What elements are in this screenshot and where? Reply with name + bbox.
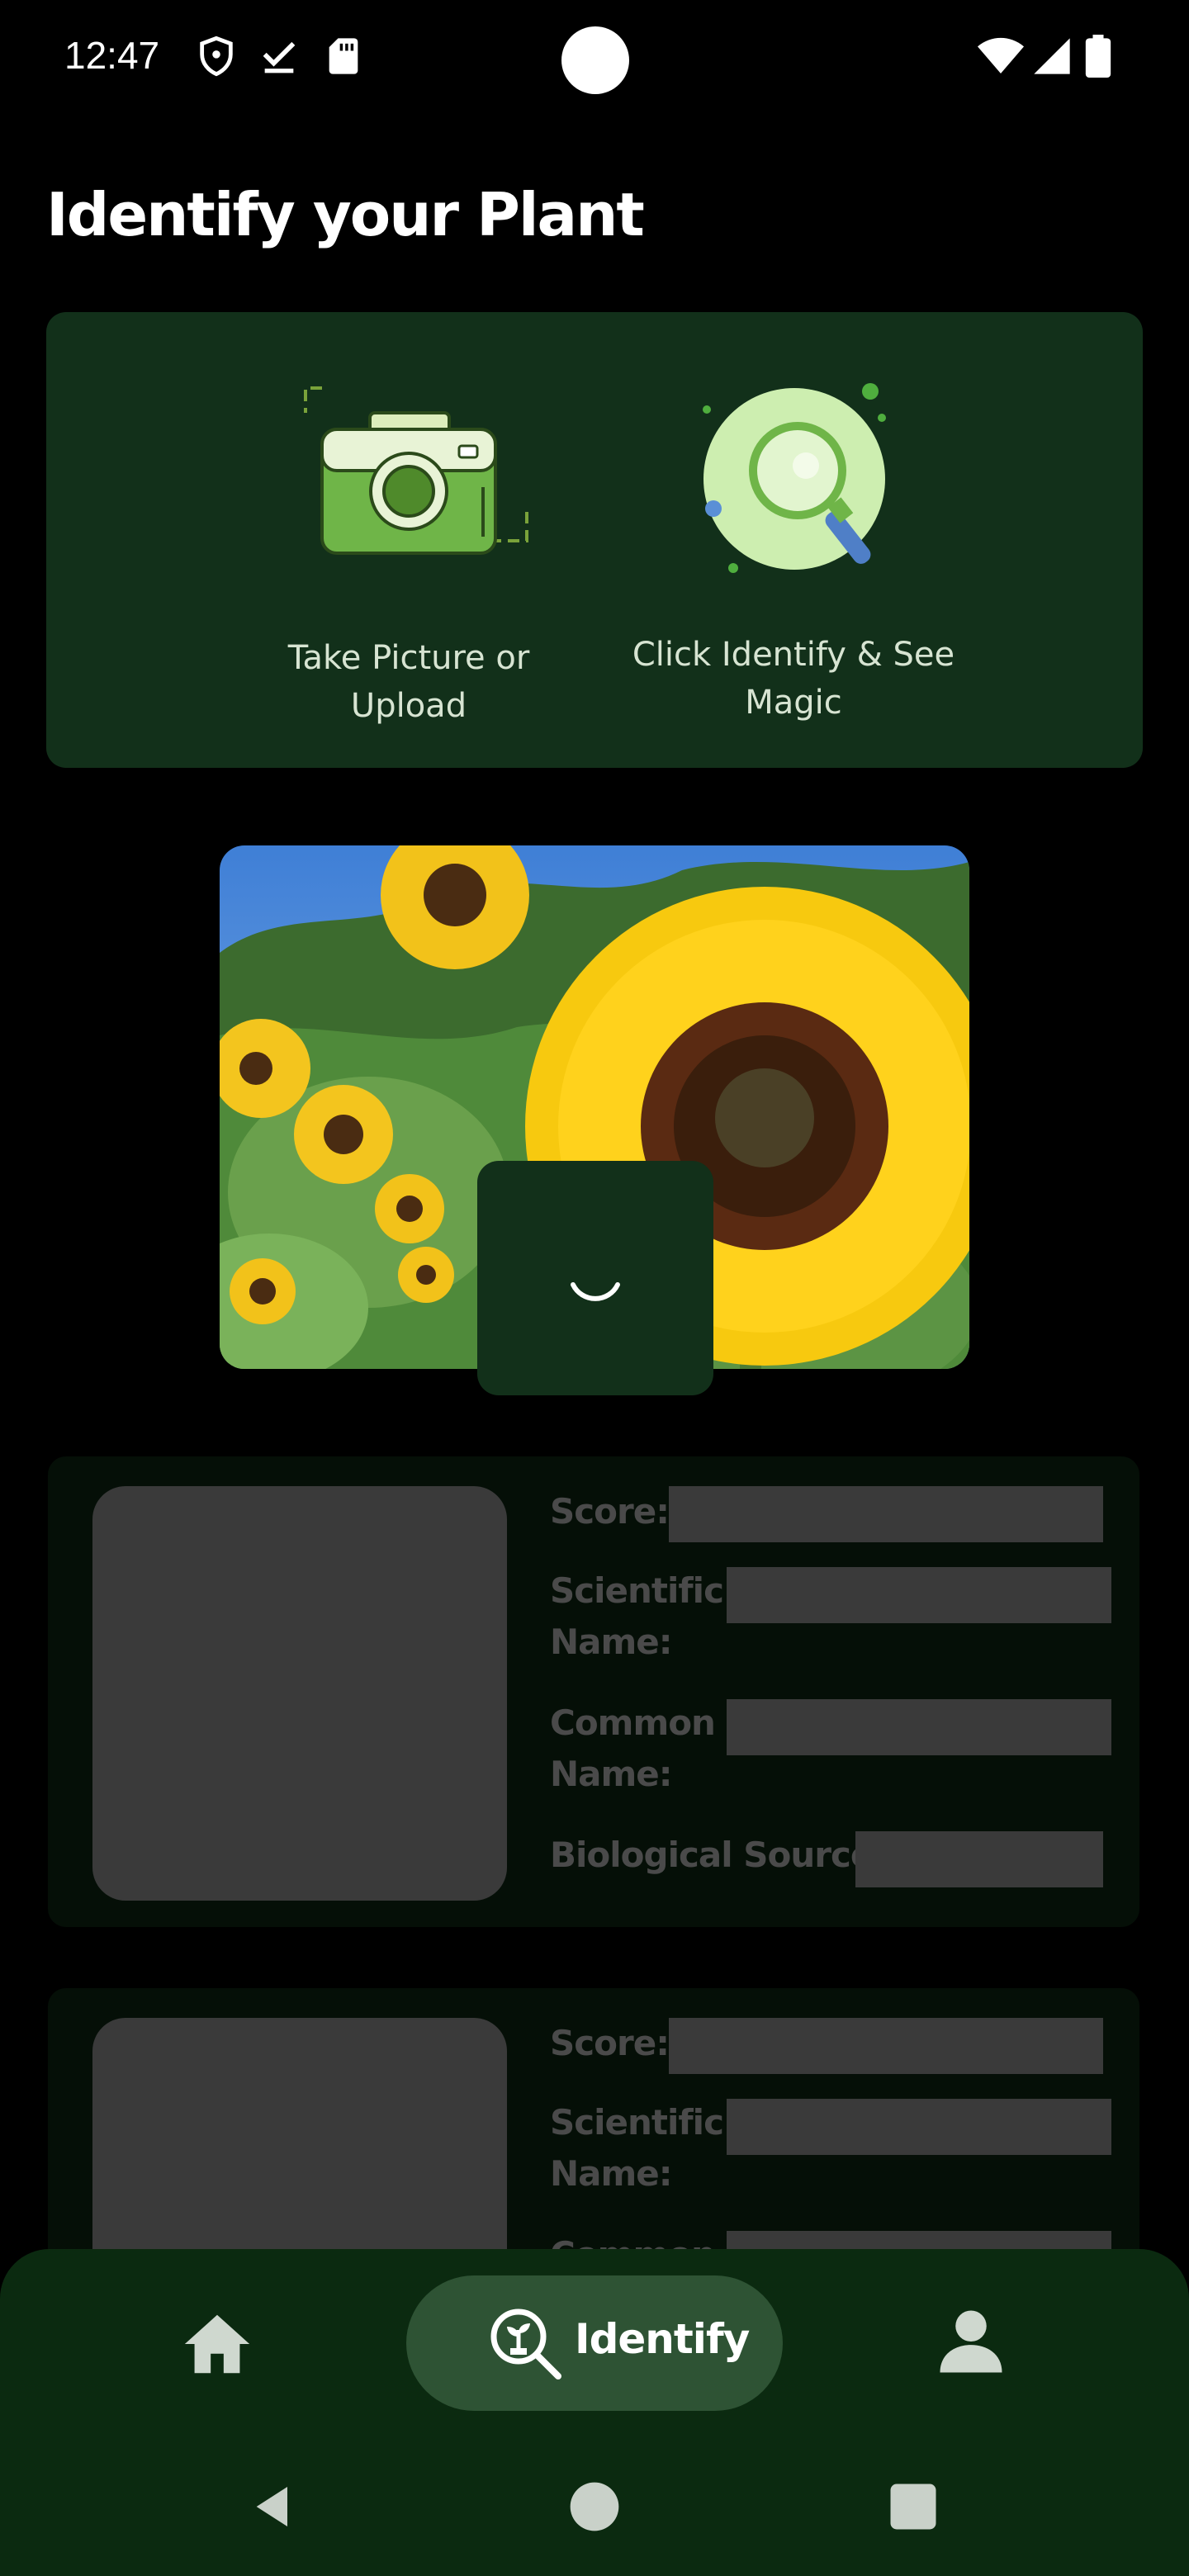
scientific-name-placeholder xyxy=(727,2099,1111,2155)
plant-search-icon xyxy=(486,2304,565,2383)
wifi-icon xyxy=(978,35,1024,78)
status-time: 12:47 xyxy=(64,34,160,77)
home-circle-icon[interactable] xyxy=(568,2480,621,2533)
scientific-name-label: Scientific Name: xyxy=(550,1570,724,1662)
shield-icon xyxy=(195,35,238,78)
signal-icon xyxy=(1030,35,1073,78)
home-icon[interactable] xyxy=(178,2305,256,2383)
common-name-placeholder xyxy=(727,1699,1111,1755)
front-camera xyxy=(561,26,629,94)
score-value-placeholder xyxy=(669,2018,1103,2074)
page-title: Identify your Plant xyxy=(46,180,645,249)
steps-card xyxy=(46,312,1143,768)
magnifier-icon xyxy=(690,376,897,583)
download-done-icon xyxy=(258,35,301,78)
sd-card-icon xyxy=(322,35,365,78)
scientific-name-placeholder xyxy=(727,1567,1111,1623)
nav-identify-label: Identify xyxy=(575,2315,750,2363)
step-identify-label: Click Identify & See Magic xyxy=(632,636,955,722)
biological-source-placeholder xyxy=(855,1831,1103,1887)
battery-icon xyxy=(1083,35,1126,78)
back-icon[interactable] xyxy=(248,2480,301,2533)
score-value-placeholder xyxy=(669,1486,1103,1542)
scientific-name-label: Scientific Name: xyxy=(550,2102,724,2194)
camera-icon xyxy=(297,380,537,570)
common-name-label: Common Name: xyxy=(550,1702,716,1794)
recents-icon[interactable] xyxy=(888,2482,938,2531)
result-image-placeholder xyxy=(92,1486,507,1901)
profile-icon[interactable] xyxy=(930,2300,1012,2383)
loading-indicator xyxy=(477,1161,713,1395)
score-label: Score: xyxy=(550,1491,670,1532)
step-take-picture-label: Take Picture or Upload xyxy=(287,639,530,725)
biological-source-label: Biological Source: xyxy=(550,1835,887,1875)
score-label: Score: xyxy=(550,2023,670,2063)
